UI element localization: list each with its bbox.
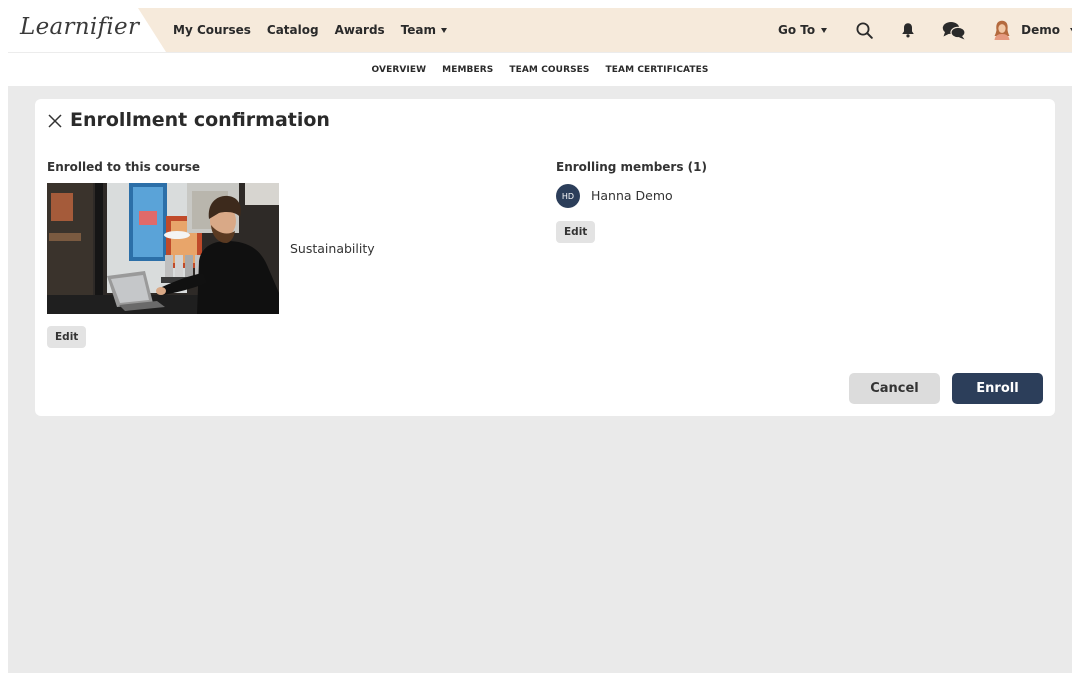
members-section-label: Enrolling members (1) [556, 160, 707, 174]
main-nav: My Courses Catalog Awards Team [173, 8, 448, 52]
nav-team-label: Team [400, 23, 437, 37]
course-name: Sustainability [290, 241, 375, 256]
user-name: Demo [1021, 23, 1060, 37]
member-avatar: HD [556, 184, 580, 208]
user-menu[interactable]: Demo [993, 20, 1072, 40]
close-button[interactable] [47, 113, 63, 129]
course-section-label: Enrolled to this course [47, 160, 201, 174]
course-photo [47, 183, 279, 314]
top-navigation-bar: Learnifier My Courses Catalog Awards Tea… [8, 8, 1072, 52]
cancel-button[interactable]: Cancel [849, 373, 940, 404]
member-name: Hanna Demo [591, 188, 673, 203]
nav-awards[interactable]: Awards [335, 23, 385, 37]
close-icon [48, 114, 62, 128]
logo-area: Learnifier [8, 8, 166, 52]
edit-course-button[interactable]: Edit [47, 326, 87, 348]
dialog-title: Enrollment confirmation [70, 109, 330, 131]
subnav-team-courses[interactable]: TEAM COURSES [509, 65, 589, 75]
messages-button[interactable] [942, 20, 966, 40]
nav-my-courses-label: My Courses [173, 23, 251, 37]
goto-dropdown[interactable]: Go To [778, 23, 828, 37]
caret-down-icon [441, 27, 448, 33]
chat-icon [942, 21, 966, 39]
enroll-button[interactable]: Enroll [952, 373, 1043, 404]
bell-icon [902, 23, 914, 38]
goto-label: Go To [778, 23, 816, 37]
nav-catalog-label: Catalog [266, 23, 319, 37]
subnav-overview[interactable]: OVERVIEW [372, 65, 427, 75]
search-icon [856, 22, 873, 39]
search-button[interactable] [854, 20, 874, 40]
caret-down-icon [821, 27, 828, 33]
nav-my-courses[interactable]: My Courses [173, 23, 251, 37]
subnav-members[interactable]: MEMBERS [442, 65, 493, 75]
nav-right: Go To Demo [778, 8, 1072, 52]
nav-catalog[interactable]: Catalog [267, 23, 319, 37]
edit-members-button[interactable]: Edit [556, 221, 596, 243]
nav-team-dropdown[interactable]: Team [400, 23, 448, 37]
avatar-icon [994, 20, 1010, 40]
nav-awards-label: Awards [334, 23, 385, 37]
notifications-button[interactable] [898, 20, 918, 40]
course-thumbnail [47, 183, 279, 314]
team-subnav: OVERVIEW MEMBERS TEAM COURSES TEAM CERTI… [8, 52, 1072, 86]
subnav-team-certificates[interactable]: TEAM CERTIFICATES [606, 65, 709, 75]
learnifier-logo[interactable]: Learnifier [20, 14, 139, 40]
